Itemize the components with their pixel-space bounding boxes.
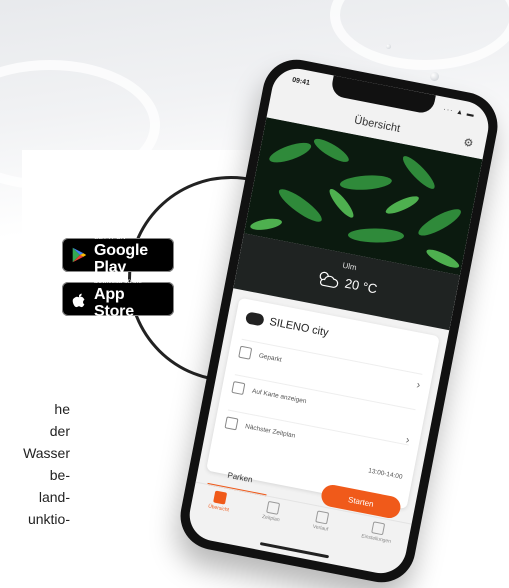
item-label: Nächster Zeitplan xyxy=(244,422,296,440)
item-label: Geparkt xyxy=(258,351,283,364)
apple-icon xyxy=(72,293,85,308)
text-line: be- xyxy=(49,467,70,483)
text-line: he xyxy=(54,401,70,417)
nav-schedule[interactable]: Zeitplan xyxy=(262,500,283,523)
nav-label: Einstellungen xyxy=(360,533,392,545)
text-line: der xyxy=(49,423,70,439)
text-line: Wasser xyxy=(23,445,70,461)
device-name: SILENO city xyxy=(268,315,330,340)
calendar-icon xyxy=(224,416,239,431)
text-line: unktio- xyxy=(27,511,70,527)
nav-label: Zeitplan xyxy=(261,513,281,524)
parked-icon xyxy=(238,345,253,360)
item-label: Auf Karte anzeigen xyxy=(251,387,308,405)
google-play-text: Google Play xyxy=(94,241,148,276)
location-pin-icon xyxy=(231,380,246,396)
text-line: land- xyxy=(38,489,70,505)
app-store-small-text: Download on the xyxy=(94,278,143,285)
water-drop xyxy=(386,44,391,49)
device-header: SILENO city xyxy=(244,311,330,340)
google-play-small-text: GET IT ON xyxy=(94,234,126,241)
app-store-text: App Store xyxy=(94,285,134,320)
status-signal-icons: ··· ▲ ▬ xyxy=(442,106,476,120)
water-drop xyxy=(430,72,439,81)
status-time: 09:41 xyxy=(291,76,311,87)
app-store-badge[interactable]: Download on the App Store xyxy=(62,278,174,320)
nav-label: Verlauf xyxy=(312,523,329,533)
nav-label: Übersicht xyxy=(207,503,230,514)
nav-settings[interactable]: Einstellungen xyxy=(361,520,394,545)
nav-history[interactable]: Verlauf xyxy=(312,510,331,533)
google-play-icon xyxy=(72,247,87,263)
weather-temperature: 20 °C xyxy=(343,275,379,297)
google-play-badge[interactable]: GET IT ON Google Play xyxy=(62,234,174,276)
history-icon xyxy=(315,510,330,525)
schedule-time: 13:00-14:00 xyxy=(367,467,403,481)
home-icon xyxy=(213,490,228,505)
left-body-text: he der Wasser be- land- unktio- xyxy=(0,398,70,530)
settings-icon xyxy=(371,521,386,536)
calendar-icon xyxy=(265,500,280,515)
nav-overview[interactable]: Übersicht xyxy=(207,490,233,514)
park-tab[interactable]: Parken xyxy=(227,471,254,485)
partly-cloudy-icon xyxy=(319,271,338,288)
mower-icon xyxy=(244,311,265,327)
